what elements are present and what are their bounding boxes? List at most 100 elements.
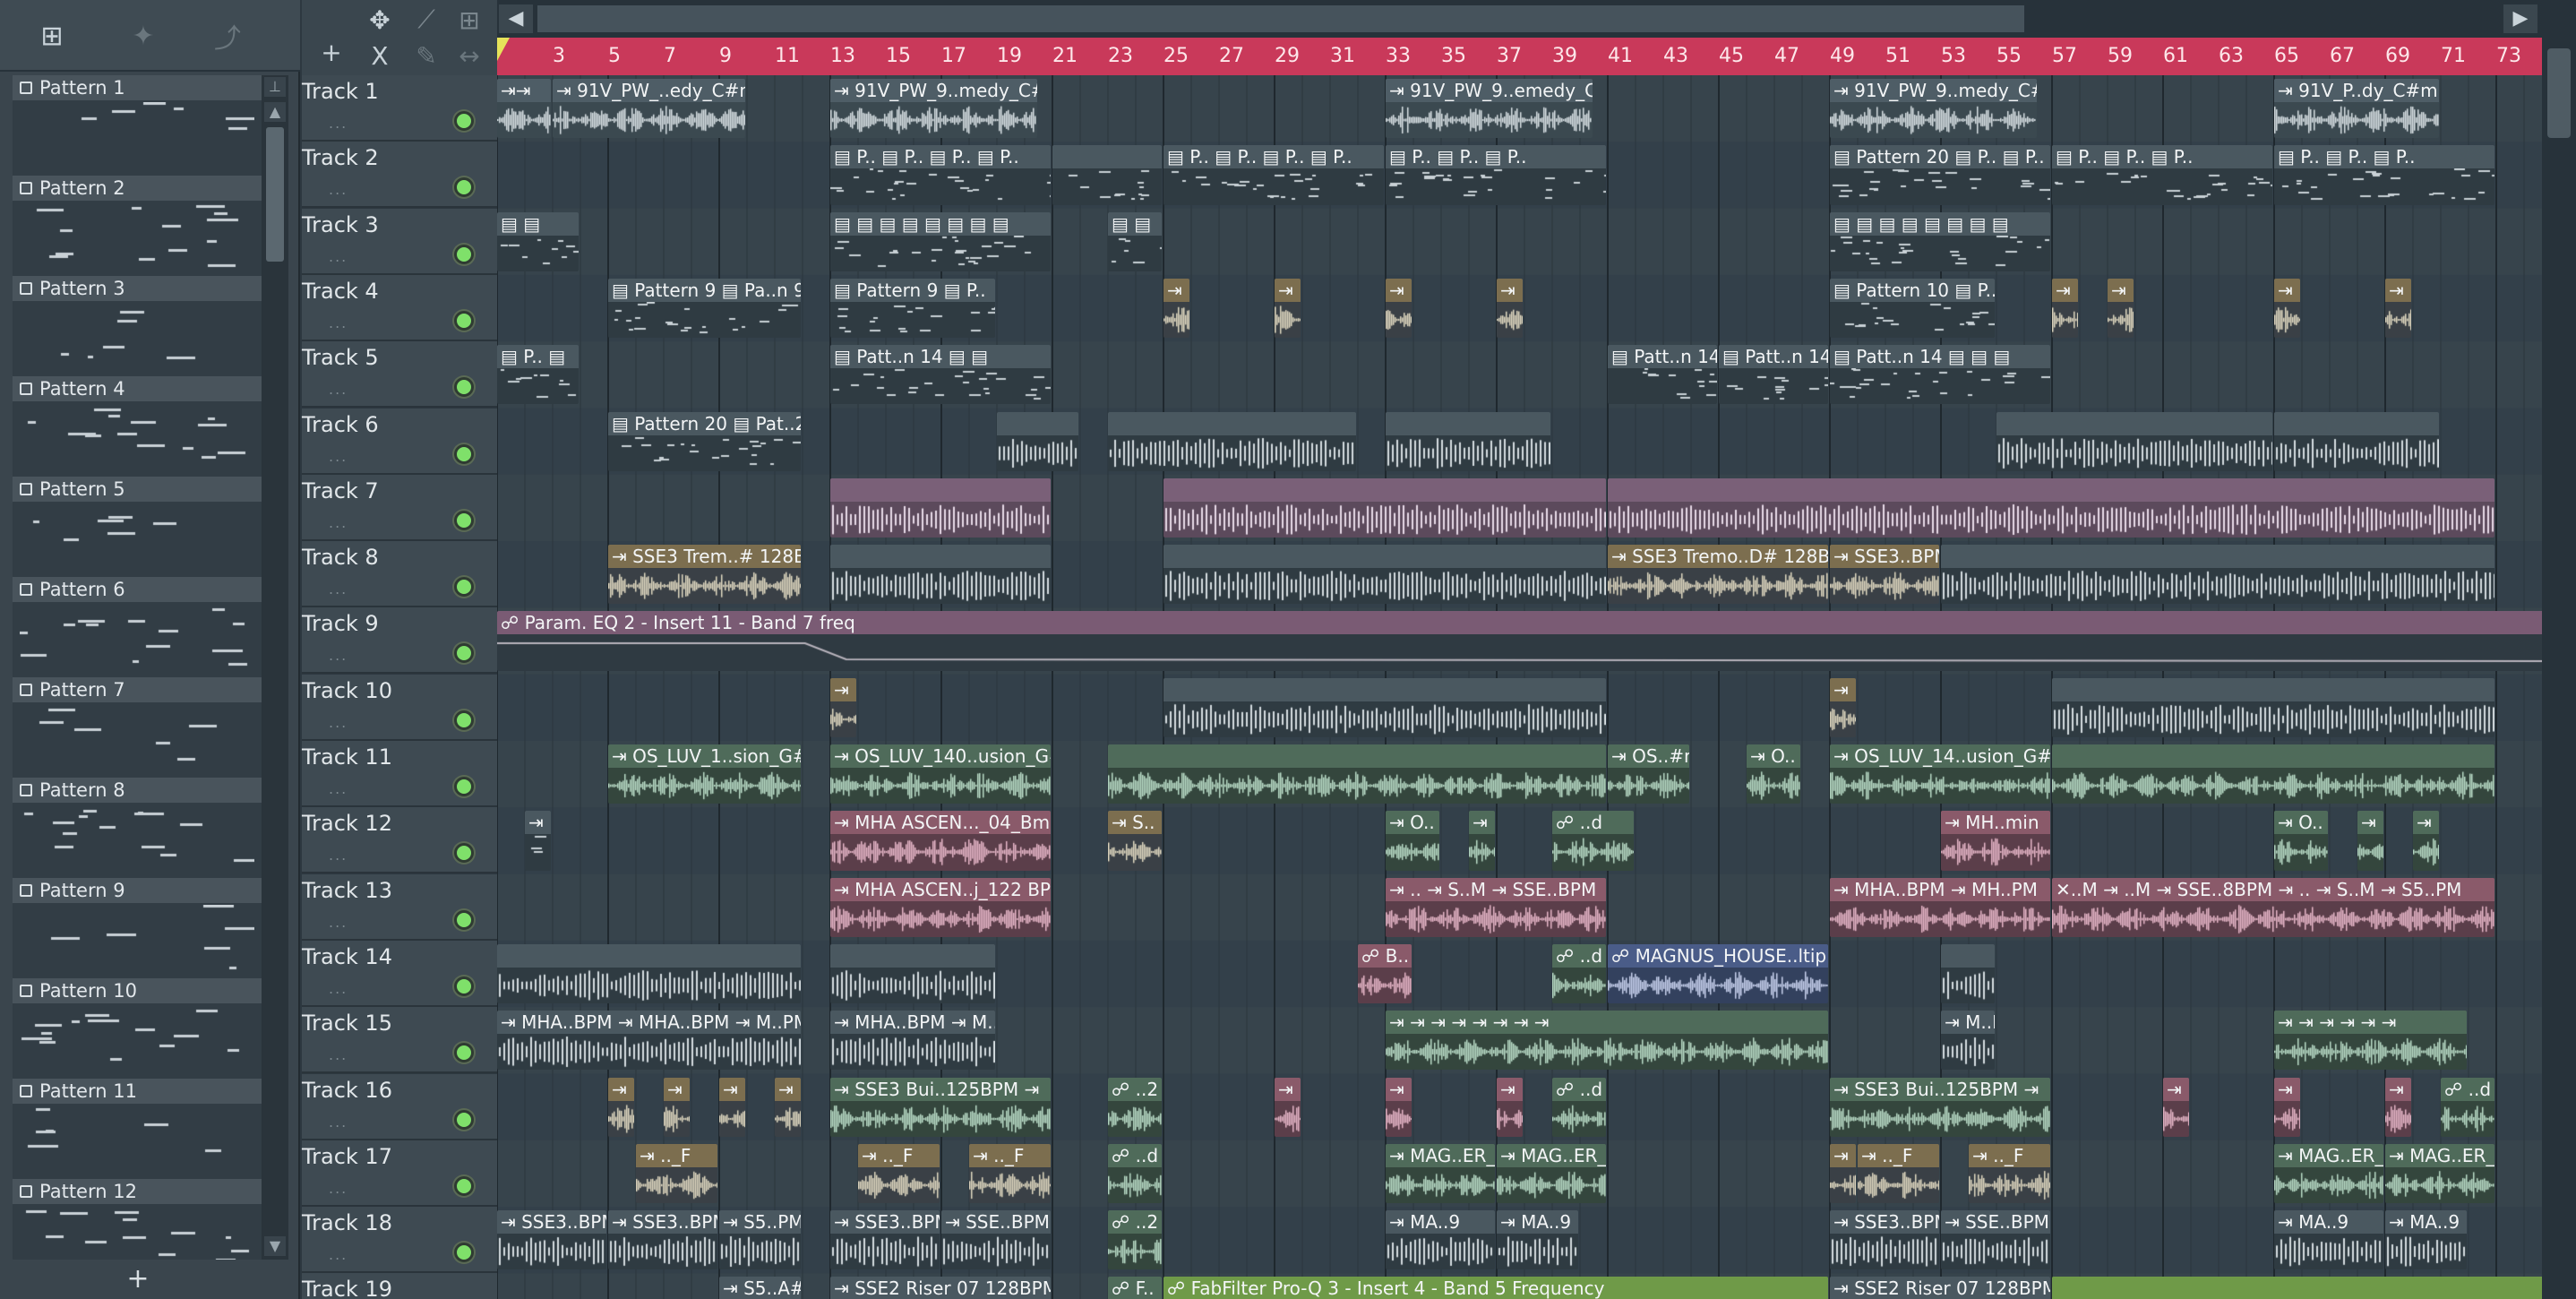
playlist-clip[interactable]: ▤ Patt..n 14	[1719, 345, 1828, 405]
playlist-clip[interactable]	[2274, 411, 2439, 471]
playlist-clip[interactable]	[1941, 545, 2494, 605]
playlist-grid[interactable]: ⇥ ⇥ ⇥ 91V_PW_..edy_C#m ⇥ 91V_PW_9..medy_C#m…	[497, 75, 2542, 1299]
track-mute-led[interactable]	[454, 1109, 474, 1130]
playlist-clip[interactable]	[1608, 477, 2494, 538]
playlist-clip[interactable]: ⇥ SSE2 Riser 07 128BPM	[830, 1277, 1051, 1299]
track-header[interactable]: Track 19...	[302, 1273, 497, 1299]
automation-icon[interactable]: ⤴	[206, 16, 249, 56]
track-mute-led[interactable]	[454, 1243, 474, 1263]
track-grip-icon[interactable]: ...	[329, 780, 348, 797]
playlist-clip[interactable]	[1108, 744, 1606, 804]
playlist-clip[interactable]: ⇥ OS_LUV_1..sion_G#m	[608, 744, 801, 804]
track-mute-led[interactable]	[454, 710, 474, 730]
playlist-clip[interactable]: ⇥	[1497, 1077, 1523, 1137]
pattern-item[interactable]: Pattern 3	[13, 276, 262, 376]
playlist-clip[interactable]: ⇥	[2108, 278, 2134, 339]
track-header[interactable]: Track 10...	[302, 674, 497, 741]
pattern-grip-icon[interactable]	[20, 684, 32, 696]
playlist-clip[interactable]: ⇥ MA..9	[1497, 1210, 1578, 1270]
playlist-clip[interactable]: ☍ ..2	[1108, 1077, 1162, 1137]
playlist-clip[interactable]: ⇥ .._F	[636, 1143, 717, 1204]
pattern-grip-icon[interactable]	[20, 784, 32, 796]
scroll-down-icon[interactable]: ▼	[264, 1236, 286, 1256]
piano-roll-icon[interactable]: ⊞	[449, 2, 490, 38]
track-header[interactable]: Track 3...	[302, 208, 497, 275]
pattern-item[interactable]: Pattern 11	[13, 1079, 262, 1179]
add-track-button[interactable]: +	[311, 34, 352, 70]
playlist-clip[interactable]: ⇥ 91V_PW_9..emedy_C#m	[1386, 79, 1593, 139]
track-header[interactable]: Track 12...	[302, 807, 497, 874]
track-header[interactable]: Track 4...	[302, 274, 497, 341]
pattern-grip-icon[interactable]	[20, 82, 32, 94]
playlist-clip[interactable]: ▤ ▤ ▤ ▤ ▤ ▤ ▤ ▤	[1830, 211, 2050, 271]
playlist-clip[interactable]: ⇥	[2385, 1077, 2411, 1137]
track-header[interactable]: Track 6...	[302, 408, 497, 475]
playlist-clip[interactable]: ⇥ 91V_PW_9..medy_C#m	[1830, 79, 2037, 139]
track-grip-icon[interactable]: ...	[329, 914, 348, 931]
playlist-clip[interactable]: ⇥	[1497, 278, 1523, 339]
pattern-grip-icon[interactable]	[20, 1185, 32, 1198]
playlist-clip[interactable]	[497, 943, 801, 1004]
playlist-clip[interactable]	[1108, 411, 1356, 471]
track-mute-led[interactable]	[454, 843, 474, 864]
scroll-lock-icon[interactable]: ⊥	[264, 77, 286, 97]
playlist-clip[interactable]: ⇥ MA..9	[2274, 1210, 2383, 1270]
playlist-clip[interactable]	[1386, 411, 1550, 471]
track-mute-led[interactable]	[454, 377, 474, 398]
pattern-item[interactable]: Pattern 10	[13, 978, 262, 1079]
pattern-grip-icon[interactable]	[20, 483, 32, 495]
track-header[interactable]: Track 14...	[302, 940, 497, 1007]
playlist-clip[interactable]: ⇥ MHA..BPM ⇥ M..M	[830, 1011, 995, 1071]
playlist-clip[interactable]: ⇥	[2274, 278, 2300, 339]
playlist-clip[interactable]: ⇥ MA..9	[2385, 1210, 2467, 1270]
playlist-clip[interactable]: ▤ P.. ▤ P.. ▤ P.. ▤ P..	[1163, 145, 1384, 205]
playlist-clip[interactable]	[830, 943, 995, 1004]
playlist-clip[interactable]: ⇥ OS_LUV_140..usion_G#m	[830, 744, 1051, 804]
playlist-clip[interactable]: ⇥ .. ⇥ S..M ⇥ SSE..BPM	[1386, 877, 1606, 937]
playlist-clip[interactable]: ⇥ 91V_PW_9..medy_C#m	[830, 79, 1037, 139]
playlist-clip[interactable]: ⇥	[1830, 1143, 1856, 1204]
playlist-clip[interactable]: ⇥ MAG..ER_5 ⇥ MAG..ER_5	[1386, 1143, 1495, 1204]
playlist-clip[interactable]: ▤ Pattern 20 ▤ Pat..24	[608, 411, 801, 471]
playlist-clip[interactable]: ☍ ..d	[1552, 943, 1606, 1004]
playlist-clip[interactable]: ⇥ MAG..ER_5	[1497, 1143, 1606, 1204]
track-mute-led[interactable]	[454, 643, 474, 664]
track-mute-led[interactable]	[454, 310, 474, 331]
track-header[interactable]: Track 5...	[302, 341, 497, 409]
track-mute-led[interactable]	[454, 976, 474, 996]
track-header[interactable]: Track 11...	[302, 741, 497, 807]
track-header[interactable]: Track 9...	[302, 607, 497, 675]
pattern-grip-icon[interactable]	[20, 1085, 32, 1097]
playlist-clip[interactable]: ⇥ ⇥ ⇥ ⇥ ⇥ ⇥	[2274, 1011, 2467, 1071]
track-mute-led[interactable]	[454, 909, 474, 930]
pattern-item[interactable]: Pattern 4	[13, 376, 262, 477]
playlist-clip[interactable]: ☍ MAGNUS_HOUSE..ltiplier	[1608, 943, 1828, 1004]
playlist-clip[interactable]: ☍ ..2	[1108, 1210, 1162, 1270]
playlist-clip[interactable]: ⇥ 91V_PW_..edy_C#m	[553, 79, 745, 139]
playlist-clip[interactable]	[1996, 411, 2272, 471]
track-header[interactable]: Track 2...	[302, 142, 497, 209]
track-mute-led[interactable]	[454, 510, 474, 530]
track-header[interactable]: Track 13...	[302, 873, 497, 941]
playlist-clip[interactable]: ⇥ O..	[1747, 744, 1800, 804]
playlist-clip[interactable]: ⇥ OS_LUV_14..usion_G#m	[1830, 744, 2050, 804]
playlist-clip[interactable]: ⇥	[2385, 278, 2411, 339]
playlist-clip[interactable]: ⇥ O..	[1386, 811, 1439, 871]
add-pattern-button[interactable]: +	[116, 1263, 159, 1295]
scrollbar-thumb[interactable]	[266, 127, 284, 262]
track-grip-icon[interactable]: ...	[329, 647, 348, 664]
playlist-clip[interactable]: ☍ ..d	[2441, 1077, 2494, 1137]
playlist-clip[interactable]: ⇥ MHA..BPM ⇥ MHA..BPM ⇥ M..PM	[497, 1011, 801, 1071]
playlist-clip[interactable]: ⇥ SSE2 Riser 07 128BPM	[1830, 1277, 2050, 1299]
playlist-clip[interactable]: ⇥	[664, 1077, 690, 1137]
pattern-grip-icon[interactable]	[20, 383, 32, 395]
track-header[interactable]: Track 7...	[302, 474, 497, 541]
playlist-clip[interactable]: ☍ Param. EQ 2 - Insert 11 - Band 7 freq	[497, 611, 2542, 671]
pattern-grip-icon[interactable]	[20, 985, 32, 997]
playlist-clip[interactable]: ⇥	[1275, 1077, 1301, 1137]
playlist-clip[interactable]	[997, 411, 1078, 471]
pattern-grip-icon[interactable]	[20, 884, 32, 897]
playlist-clip[interactable]: ✕..M ⇥ ..M ⇥ SSE..8BPM ⇥ .. ⇥ S..M ⇥ S5.…	[2052, 877, 2494, 937]
track-mute-led[interactable]	[454, 443, 474, 464]
playlist-clip[interactable]: ⇥	[830, 677, 856, 737]
